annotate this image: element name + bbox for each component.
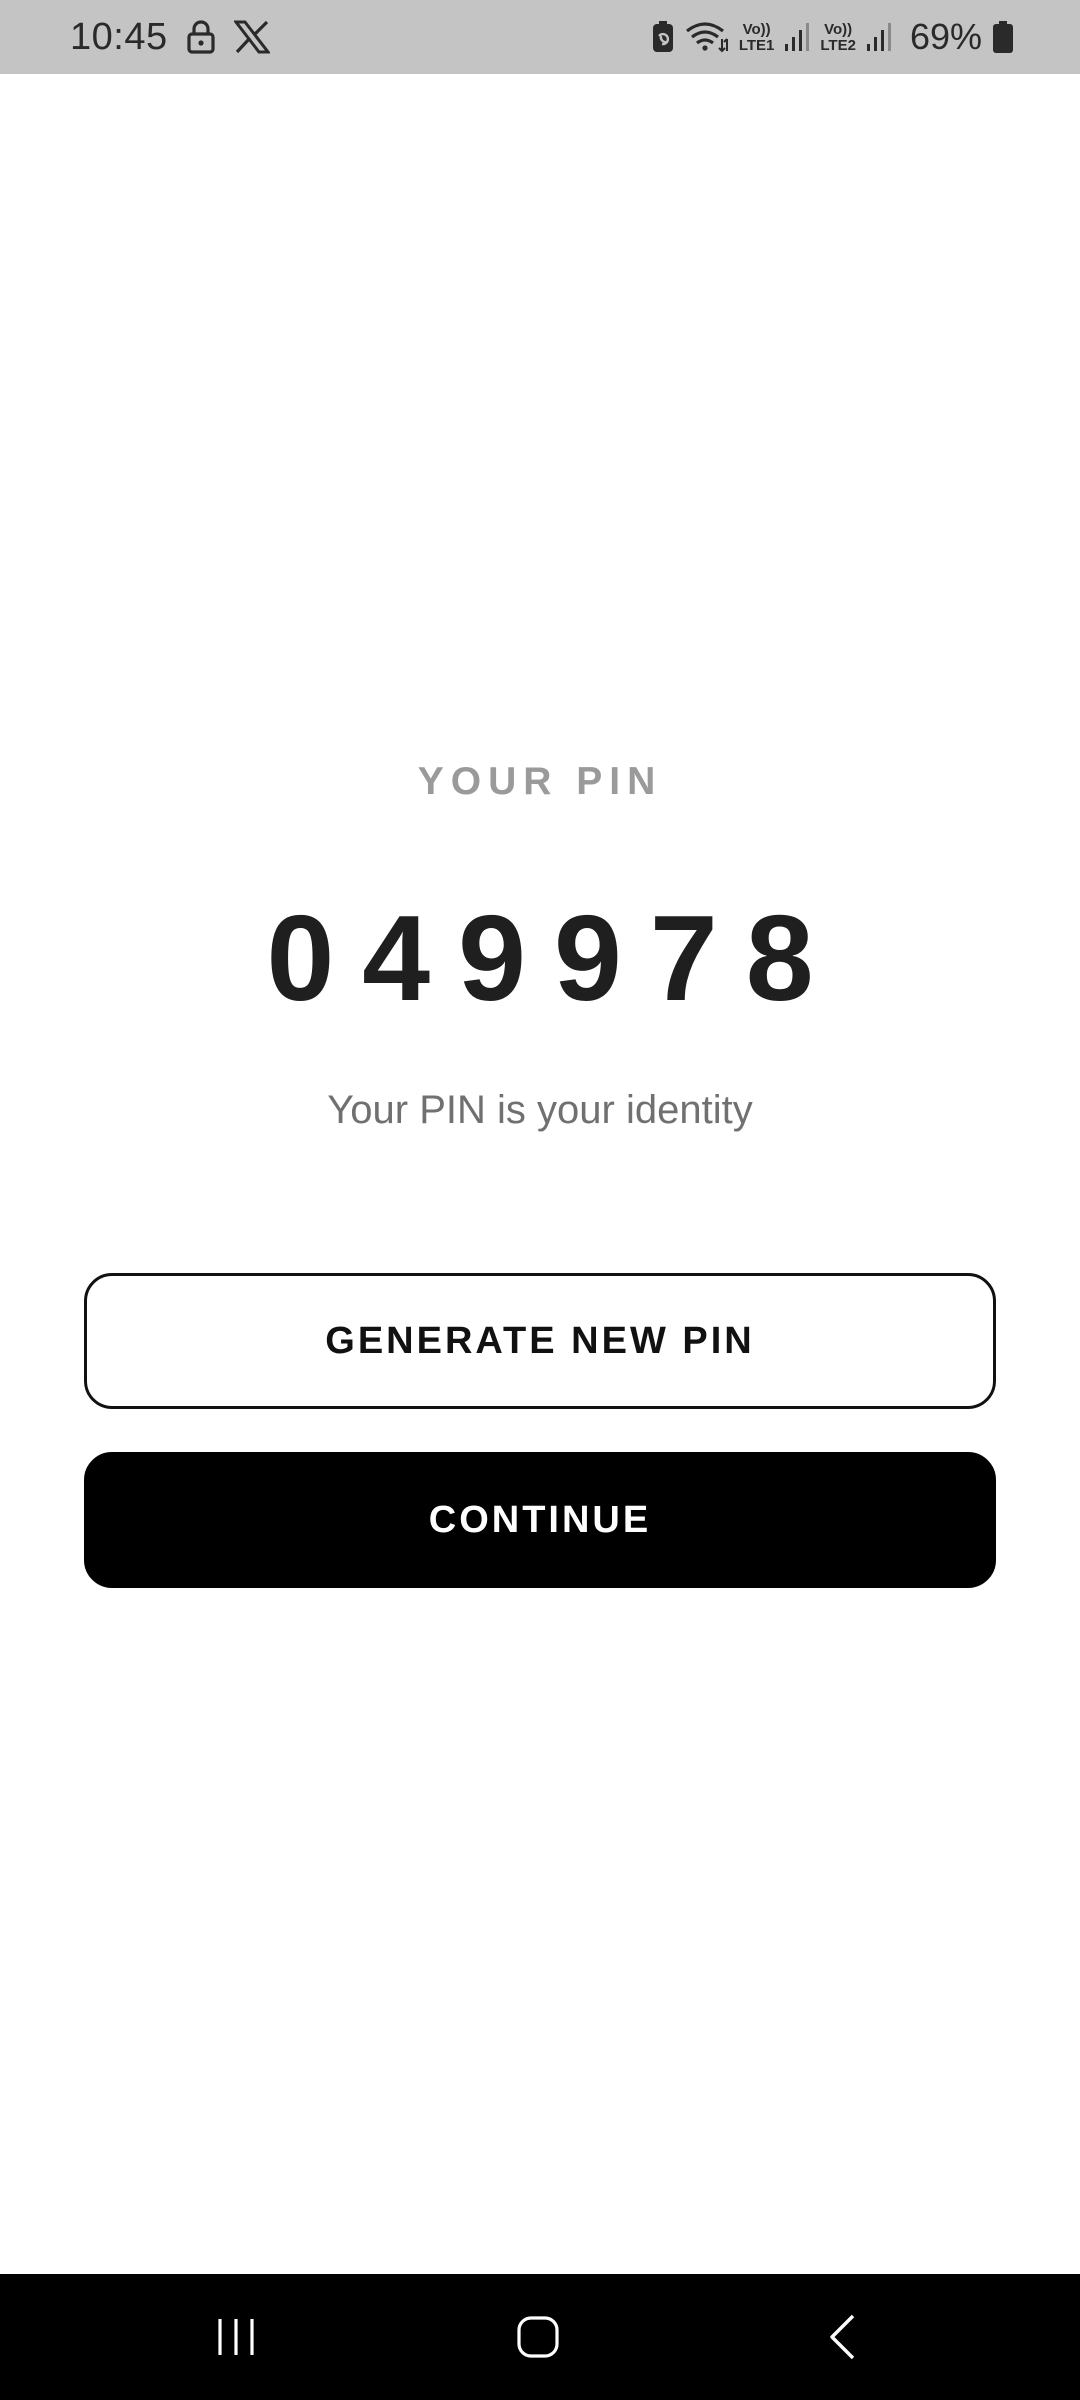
volte2-top: Vo)) xyxy=(824,20,853,38)
signal-icon xyxy=(784,22,810,52)
lock-icon xyxy=(186,19,216,55)
battery-saver-icon xyxy=(651,20,675,54)
navigation-bar xyxy=(0,2274,1080,2400)
status-bar-right: Vo)) LTE1 Vo)) LTE2 69% xyxy=(651,0,1014,74)
x-logo-icon xyxy=(233,20,270,54)
back-button[interactable] xyxy=(772,2274,912,2400)
battery-icon xyxy=(992,20,1014,54)
generate-new-pin-button[interactable]: GENERATE NEW PIN xyxy=(84,1273,996,1409)
status-time: 10:45 xyxy=(70,15,168,58)
status-bar: 10:45 Vo)) LTE1 Vo)) LTE2 69% xyxy=(0,0,1080,74)
volte1-bottom: LTE1 xyxy=(738,36,775,54)
status-bar-left: 10:45 xyxy=(70,0,270,74)
volte-lte1-icon: Vo)) LTE1 xyxy=(739,22,775,53)
pin-value: 049978 xyxy=(266,890,842,1026)
volte2-bottom: LTE2 xyxy=(820,36,856,54)
home-button[interactable] xyxy=(468,2274,608,2400)
recents-icon xyxy=(214,2317,258,2357)
volte-lte2-icon: Vo)) LTE2 xyxy=(820,22,856,53)
pin-label: YOUR PIN xyxy=(417,760,663,803)
pin-screen: 10:45 Vo)) LTE1 Vo)) LTE2 69% YOUR PIN 0… xyxy=(0,0,1080,2400)
wifi-icon xyxy=(685,20,729,54)
continue-button[interactable]: CONTINUE xyxy=(84,1452,996,1588)
back-icon xyxy=(827,2313,857,2361)
pin-caption: Your PIN is your identity xyxy=(327,1088,753,1132)
home-icon xyxy=(516,2315,560,2359)
battery-percent: 69% xyxy=(909,16,982,57)
volte1-top: Vo)) xyxy=(742,20,771,38)
signal-icon xyxy=(866,22,892,52)
recents-button[interactable] xyxy=(166,2274,306,2400)
